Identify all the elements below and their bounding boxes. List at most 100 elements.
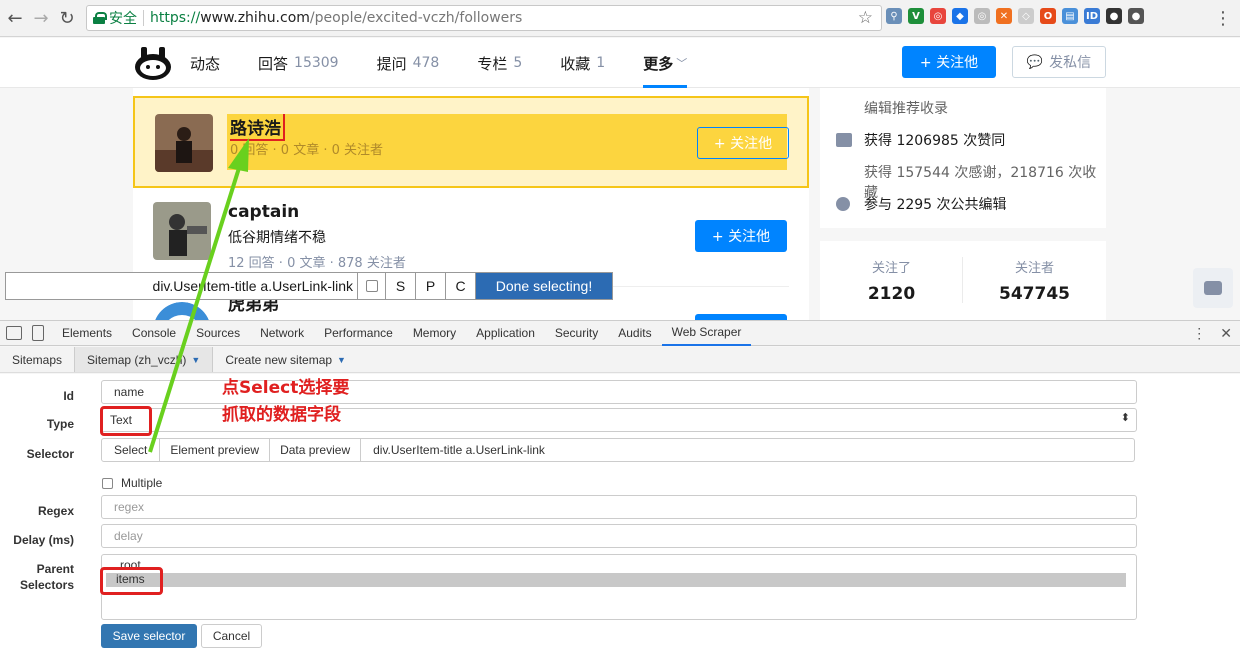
address-bar[interactable]: 安全 https://www.zhihu.com/people/excited-… [86,5,882,31]
select-button[interactable]: Select [101,438,161,462]
inspect-icon[interactable] [6,326,22,340]
devtools-tab-sources[interactable]: Sources [186,320,250,346]
tab-more[interactable]: 更多 ﹀ [643,38,688,88]
type-label: Type [46,417,74,431]
follower-name[interactable]: 路诗浩 [230,114,285,141]
avatar[interactable] [153,302,211,320]
follow-button[interactable]: + 关注他 [902,46,996,78]
devtools-tab-network[interactable]: Network [250,320,314,346]
selection-toolbar: div.UserItem-title a.UserLink-link S P C… [5,272,613,300]
blue-cube-icon[interactable]: ◆ [952,8,968,24]
follower-bio: 低谷期情绪不稳 [228,230,326,246]
done-selecting-button[interactable]: Done selecting! [476,273,612,299]
feedback-button[interactable] [1193,268,1233,308]
caret-down-icon: ▼ [337,354,346,365]
delay-input[interactable]: delay [101,524,1137,548]
red-target-icon[interactable]: ◎ [930,8,946,24]
child-key-button[interactable]: C [446,273,476,299]
avatar[interactable] [155,114,213,172]
likes-row: 获得 1206985 次赞同 [836,130,1005,150]
orange-icon[interactable]: ✕ [996,8,1012,24]
regex-label: Regex [37,504,74,518]
more-options-icon[interactable]: ⋮ [1192,325,1206,342]
select-arrows-icon: ⬍ [1120,412,1130,424]
follower-name[interactable]: captain [228,202,299,222]
recommend-text: 编辑推荐收录 [864,101,948,117]
forward-icon[interactable]: → [30,7,52,29]
tab-3[interactable]: 专栏 5 [477,38,522,88]
divider [143,10,144,26]
tab-1[interactable]: 回答 15309 [258,38,339,88]
profile-tabs: 动态 回答 15309 提问 478 专栏 5 收藏 1 更多 ﹀ [190,38,725,88]
parent-selectors-list[interactable]: root items [101,554,1137,620]
sphere-icon[interactable]: ● [1128,8,1144,24]
list-item[interactable]: 路诗浩 0 回答 · 0 文章 · 0 关注者 + 关注他 [133,96,809,188]
bookmark-star-icon[interactable]: ☆ [858,8,873,28]
save-selector-button[interactable]: Save selector [101,624,197,648]
multiple-checkbox[interactable] [358,273,386,299]
gray-circle-icon[interactable]: ◎ [974,8,990,24]
devtools-tab-elements[interactable]: Elements [52,320,122,346]
id-icon[interactable]: ID [1084,8,1100,24]
tab-label: 提问 [376,54,407,73]
back-icon[interactable]: ← [4,7,26,29]
ghost-icon[interactable]: ● [1106,8,1122,24]
followers-count: 547745 [999,284,1070,304]
caret-down-icon: ▼ [191,354,201,365]
office-icon[interactable]: O [1040,8,1056,24]
ws-tab-2[interactable]: Create new sitemap ▼ [213,347,358,372]
devtools-tab-console[interactable]: Console [122,320,186,346]
ws-tab-label: Create new sitemap [225,352,333,367]
selector-row: Select Element preview Data preview div.… [101,438,1136,462]
element-preview-button[interactable]: Element preview [160,438,271,462]
selector-form: Id name Type Text ⬍ Selector Select Elem… [0,374,1240,652]
following-stat[interactable]: 关注了 2120 [820,257,963,304]
shield-icon[interactable]: ◇ [1018,8,1034,24]
multiple-checkbox[interactable] [102,477,113,489]
cancel-button[interactable]: Cancel [201,624,262,648]
select-key-button[interactable]: S [386,273,416,299]
devtools-tab-performance[interactable]: Performance [314,320,403,346]
v-icon[interactable]: V [908,8,924,24]
devtools-tab-application[interactable]: Application [466,320,545,346]
achievements-card: 编辑推荐收录 获得 1206985 次赞同 获得 157544 次感谢，2187… [820,88,1106,228]
instruction-line-1: 点Select选择要 [222,378,350,398]
multiple-option[interactable]: Multiple [102,476,162,490]
parent-selectors-label: Parent Selectors [19,562,74,592]
selector-input[interactable]: div.UserItem-title a.UserLink-link [361,438,1136,462]
pin-icon[interactable]: ⚲ [886,8,902,24]
device-toggle-icon[interactable] [32,325,44,341]
devtools-tab-web-scraper[interactable]: Web Scraper [661,320,752,346]
selector-preview-field[interactable]: div.UserItem-title a.UserLink-link [6,273,358,299]
avatar[interactable] [153,202,211,260]
parent-key-button[interactable]: P [416,273,446,299]
close-icon[interactable]: ✕ [1220,325,1232,342]
profile-avatar-icon[interactable] [133,45,173,81]
tab-label: 专栏 [477,54,508,73]
data-preview-button[interactable]: Data preview [270,438,362,462]
devtools-actions: ⋮ ✕ [1192,325,1232,342]
ws-tab-0[interactable]: Sitemaps [0,347,74,372]
tab-2[interactable]: 提问 478 [377,38,440,88]
lock-icon [93,12,107,24]
regex-input[interactable]: regex [101,495,1137,519]
follow-button[interactable]: + 关注他 [697,127,789,159]
chevron-down-icon: ﹀ [676,57,688,70]
devtools-tab-memory[interactable]: Memory [403,320,466,346]
ws-tab-1[interactable]: Sitemap (zh_vczh) ▼ [74,347,214,372]
tab-label: 更多 [643,54,674,73]
follow-button[interactable]: + 关注他 [695,220,787,252]
menu-icon[interactable]: ⋮ [1212,7,1234,29]
chat-bubble-icon: 💬 [1026,54,1044,70]
tab-4[interactable]: 收藏 1 [560,38,605,88]
scraper-icon[interactable]: ▤ [1062,8,1078,24]
reload-icon[interactable]: ↻ [56,7,78,29]
followers-stat[interactable]: 关注者 547745 [963,257,1106,304]
send-message-button[interactable]: 💬 发私信 [1012,46,1106,78]
tab-0[interactable]: 动态 [190,38,220,88]
web-scraper-tabs: Sitemaps Sitemap (zh_vczh) ▼ Create new sit… [0,347,1240,373]
devtools-tab-security[interactable]: Security [545,320,608,346]
secure-label: 安全 [109,11,137,27]
devtools-tab-audits[interactable]: Audits [608,320,661,346]
tab-count: 15309 [294,55,339,71]
